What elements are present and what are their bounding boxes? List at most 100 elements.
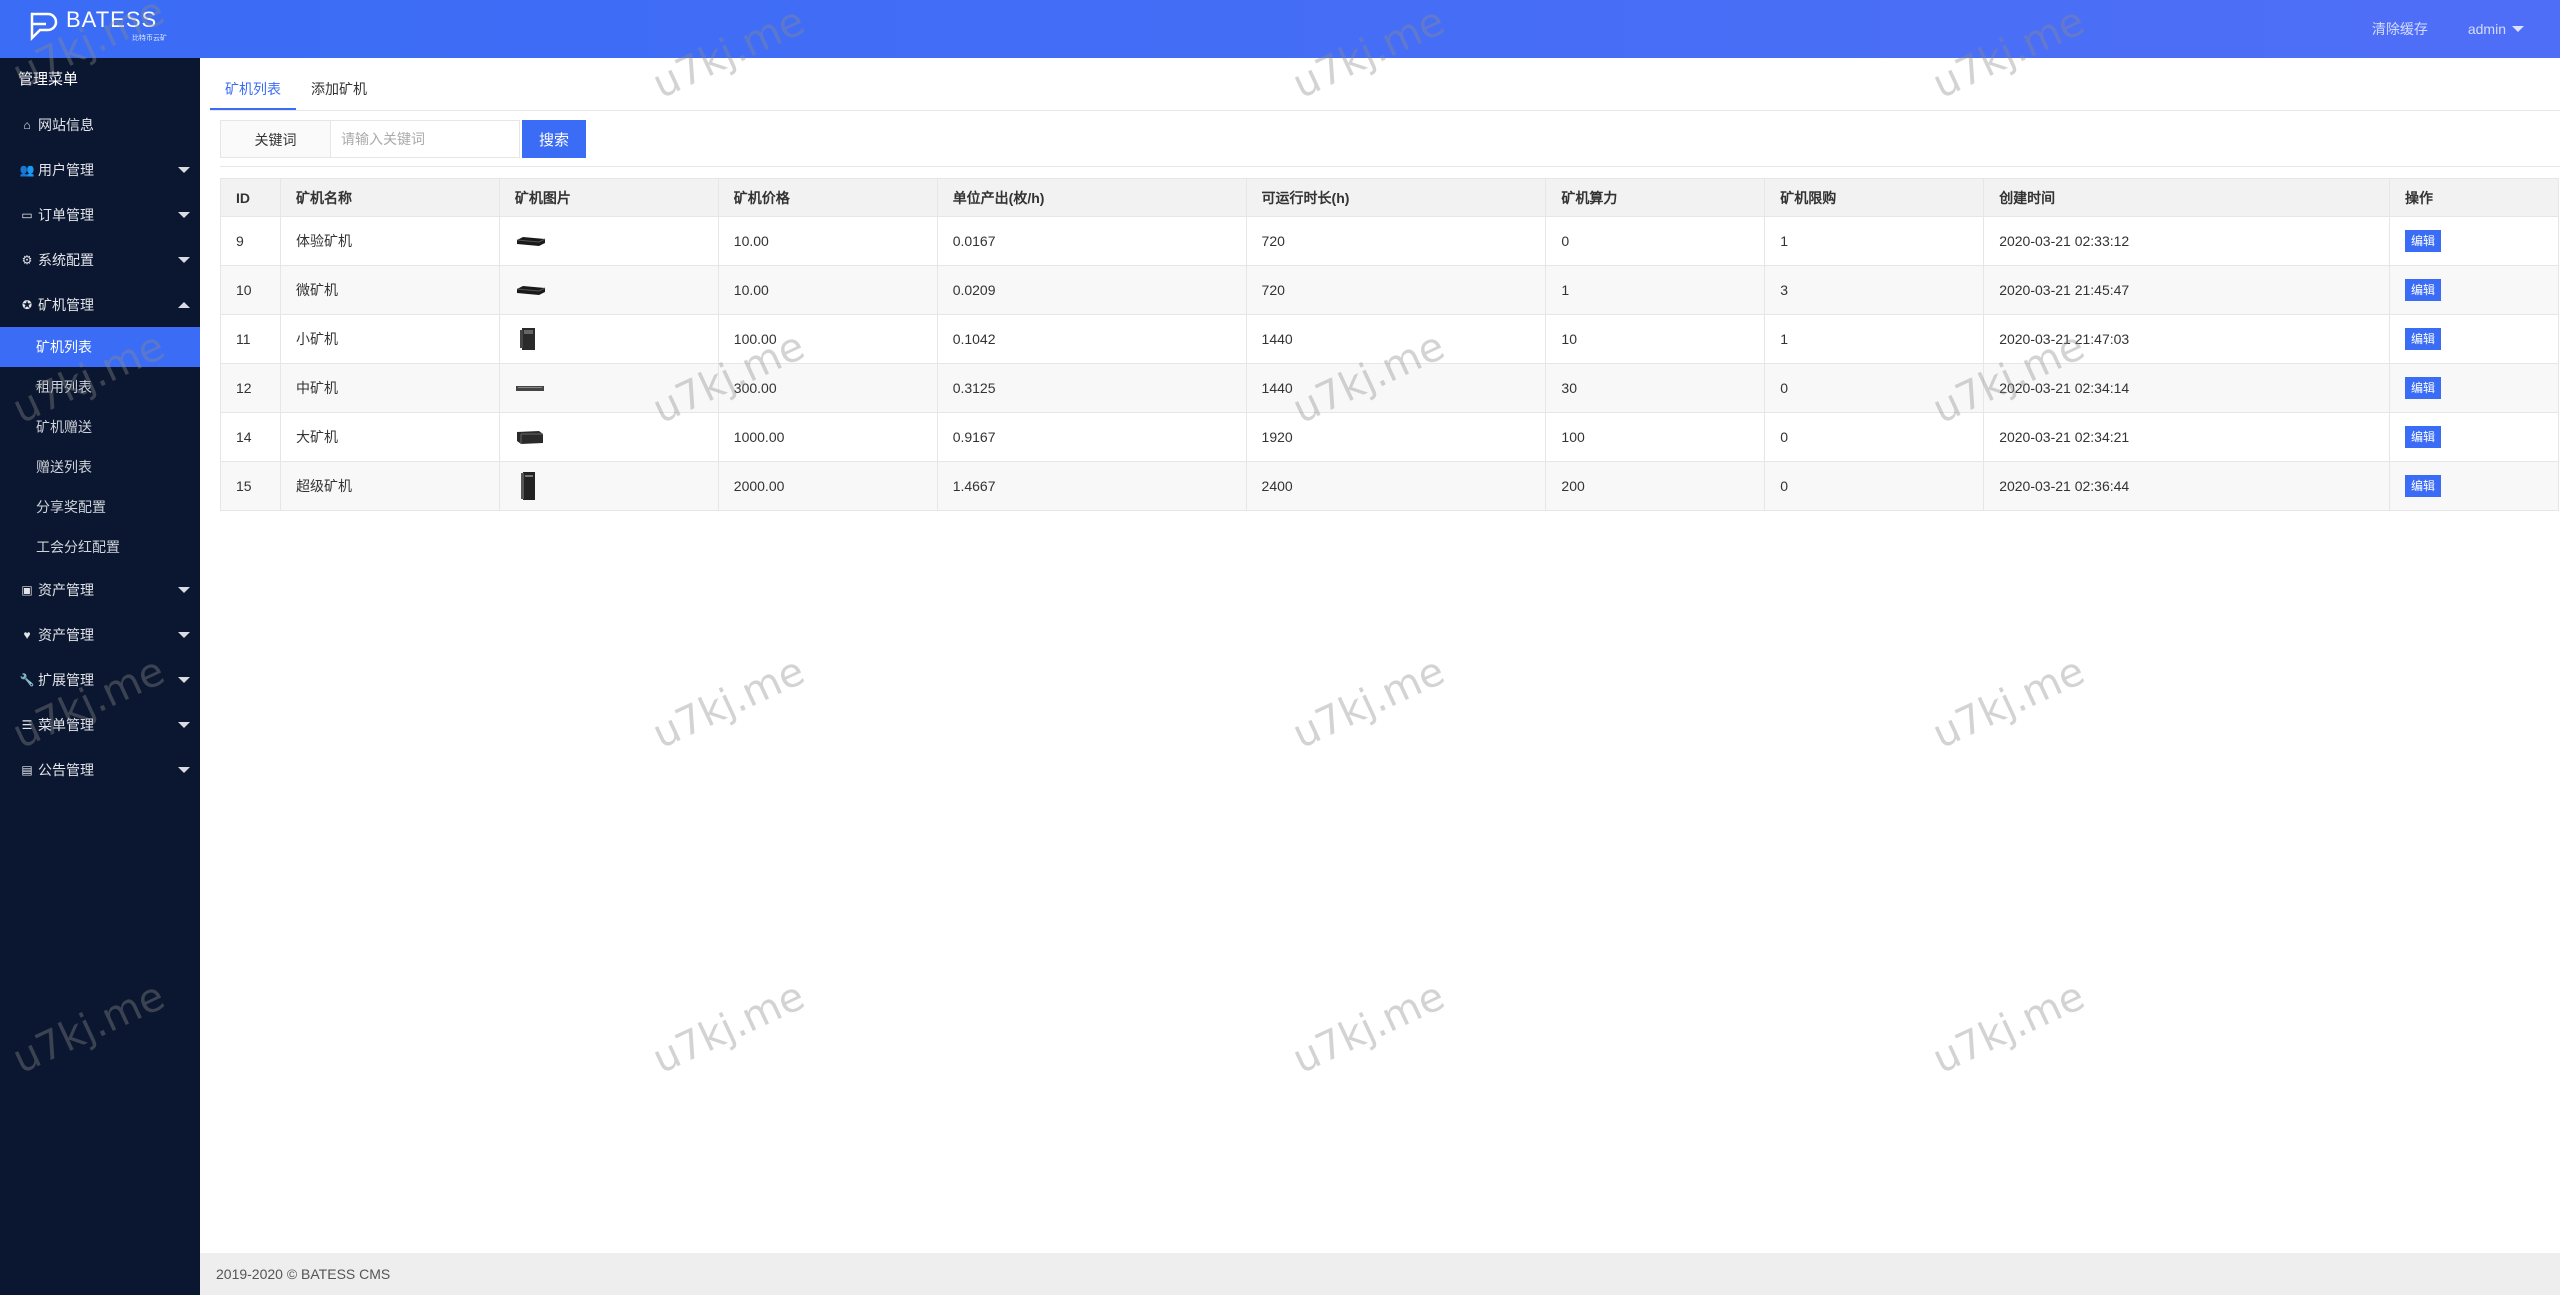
sidebar-subitem-share-reward[interactable]: 分享奖配置: [0, 487, 200, 527]
search-button[interactable]: 搜索: [522, 120, 586, 158]
column-header: 矿机名称: [279, 178, 500, 217]
edit-button[interactable]: 编辑: [2405, 328, 2442, 350]
search-input[interactable]: [330, 120, 520, 158]
cell-price: 10.00: [717, 216, 938, 266]
user-menu[interactable]: admin: [2468, 21, 2524, 37]
cell-limit: 0: [1764, 363, 1985, 413]
sidebar-item-menus[interactable]: ☰ 菜单管理: [0, 702, 200, 747]
cell-output: 0.3125: [936, 363, 1247, 413]
table-row: 10 微矿机 10.00 0.0209 720 1 3 2020-03-21 2…: [220, 265, 2559, 315]
sidebar-item-label: 用户管理: [38, 161, 94, 178]
sidebar-subitem-union-dividend[interactable]: 工会分红配置: [0, 527, 200, 567]
edit-button[interactable]: 编辑: [2405, 426, 2442, 448]
chevron-down-icon: [178, 256, 190, 263]
rebel-icon: ✪: [21, 297, 33, 312]
logo-subtitle: 比特币云矿: [132, 35, 167, 42]
cell-created: 2020-03-21 02:33:12: [1983, 216, 2390, 266]
cell-price: 1000.00: [717, 412, 938, 462]
miner-image: [515, 386, 544, 391]
chevron-down-icon: [178, 586, 190, 593]
tab-bar: 矿机列表 添加矿机: [210, 68, 382, 110]
search-form: 关键词 搜索: [220, 120, 586, 158]
sidebar-item-label: 资产管理: [38, 581, 94, 598]
sidebar-subitem-miner-gift[interactable]: 矿机赠送: [0, 407, 200, 447]
logo[interactable]: BATESS 比特币云矿: [26, 8, 167, 50]
edit-button[interactable]: 编辑: [2405, 475, 2442, 497]
sidebar-item-users[interactable]: 👥 用户管理: [0, 147, 200, 192]
cell-output: 0.9167: [936, 412, 1247, 462]
sidebar-item-assets-2[interactable]: ♥ 资产管理: [0, 612, 200, 657]
sidebar-item-miners[interactable]: ✪ 矿机管理: [0, 282, 200, 327]
sidebar-item-system[interactable]: ⚙ 系统配置: [0, 237, 200, 282]
column-header: 操作: [2389, 178, 2559, 217]
tab-add-miner[interactable]: 添加矿机: [296, 68, 382, 110]
sidebar-item-assets[interactable]: ▣ 资产管理: [0, 567, 200, 612]
column-header: 创建时间: [1983, 178, 2390, 217]
cell-power: 1: [1545, 265, 1766, 315]
miner-image: [519, 328, 535, 350]
cell-actions: 编辑: [2389, 363, 2559, 413]
miner-image: [520, 472, 535, 500]
cell-price: 2000.00: [717, 461, 938, 511]
cell-created: 2020-03-21 21:45:47: [1983, 265, 2390, 315]
cell-name: 大矿机: [279, 412, 500, 462]
table-row: 12 中矿机 300.00 0.3125 1440 30 0 2020-03-2…: [220, 363, 2559, 413]
table-row: 9 体验矿机 10.00 0.0167 720 0 1 2020-03-21 0…: [220, 216, 2559, 266]
column-header: 矿机算力: [1545, 178, 1766, 217]
file-icon: ▤: [21, 762, 33, 777]
sidebar-item-label: 菜单管理: [38, 716, 94, 733]
heartbeat-icon: ♥: [23, 627, 31, 642]
edit-button[interactable]: 编辑: [2405, 377, 2442, 399]
chevron-down-icon: [178, 766, 190, 773]
edit-button[interactable]: 编辑: [2405, 230, 2442, 252]
cell-image: [498, 314, 719, 364]
sidebar-item-orders[interactable]: ▭ 订单管理: [0, 192, 200, 237]
tab-miner-list[interactable]: 矿机列表: [210, 68, 296, 110]
cell-id: 14: [220, 412, 281, 462]
miner-image: [516, 237, 546, 246]
cell-hours: 1440: [1245, 314, 1547, 364]
sidebar-item-notices[interactable]: ▤ 公告管理: [0, 747, 200, 792]
cell-image: [498, 412, 719, 462]
cell-limit: 1: [1764, 314, 1985, 364]
sidebar-subitem-gift-list[interactable]: 赠送列表: [0, 447, 200, 487]
column-header: 矿机图片: [498, 178, 719, 217]
cell-hours: 720: [1245, 216, 1547, 266]
cell-name: 小矿机: [279, 314, 500, 364]
cell-actions: 编辑: [2389, 314, 2559, 364]
cell-created: 2020-03-21 02:34:14: [1983, 363, 2390, 413]
sidebar-subitem-miner-list[interactable]: 矿机列表: [0, 327, 200, 367]
cell-limit: 0: [1764, 412, 1985, 462]
column-header: 单位产出(枚/h): [936, 178, 1247, 217]
sidebar-item-site-info[interactable]: ⌂ 网站信息: [0, 102, 200, 147]
credit-card-icon: ▭: [21, 207, 33, 222]
edit-button[interactable]: 编辑: [2405, 279, 2442, 301]
cell-id: 10: [220, 265, 281, 315]
table-row: 15 超级矿机 2000.00 1.4667 2400 200 0 2020-0…: [220, 461, 2559, 511]
cell-limit: 0: [1764, 461, 1985, 511]
cell-name: 体验矿机: [279, 216, 500, 266]
cell-price: 100.00: [717, 314, 938, 364]
cell-image: [498, 265, 719, 315]
cell-power: 30: [1545, 363, 1766, 413]
table-row: 11 小矿机 100.00 0.1042 1440 10 1 2020-03-2…: [220, 314, 2559, 364]
sidebar-subitem-rent-list[interactable]: 租用列表: [0, 367, 200, 407]
sidebar-item-label: 订单管理: [38, 206, 94, 223]
sidebar: 管理菜单 ⌂ 网站信息 👥 用户管理 ▭ 订单管理 ⚙ 系统配置 ✪ 矿机管理 …: [0, 58, 200, 1295]
cell-power: 100: [1545, 412, 1766, 462]
cell-power: 200: [1545, 461, 1766, 511]
sidebar-item-extensions[interactable]: 🔧 扩展管理: [0, 657, 200, 702]
top-header: BATESS 比特币云矿 清除缓存 admin: [0, 0, 2560, 58]
cell-actions: 编辑: [2389, 412, 2559, 462]
cell-actions: 编辑: [2389, 265, 2559, 315]
clear-cache-link[interactable]: 清除缓存: [2372, 19, 2428, 39]
cell-id: 11: [220, 314, 281, 364]
cell-output: 1.4667: [936, 461, 1247, 511]
cell-name: 微矿机: [279, 265, 500, 315]
cell-created: 2020-03-21 02:36:44: [1983, 461, 2390, 511]
sidebar-item-label: 扩展管理: [38, 671, 94, 688]
cell-hours: 2400: [1245, 461, 1547, 511]
chevron-down-icon: [178, 211, 190, 218]
cell-image: [498, 363, 719, 413]
column-header: 矿机价格: [717, 178, 938, 217]
